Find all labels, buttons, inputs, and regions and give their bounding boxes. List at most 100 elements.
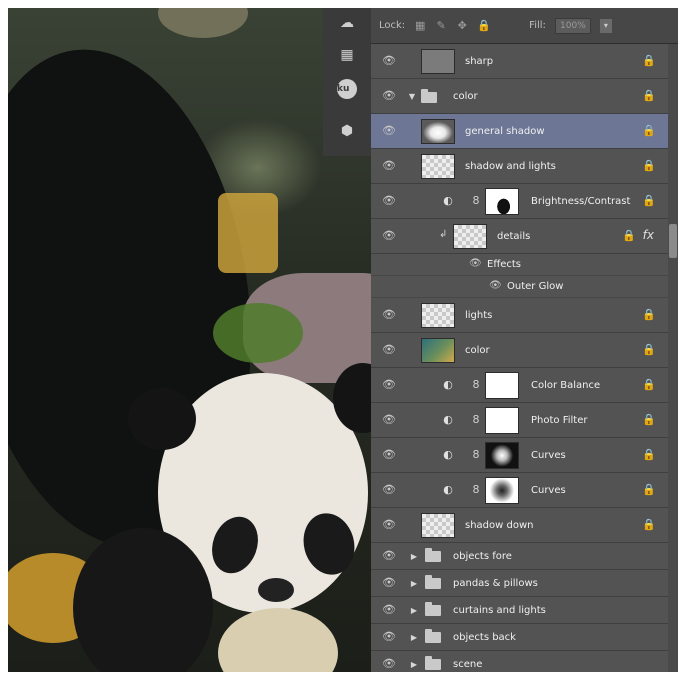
layer-group-row[interactable]: 👁 ▶ curtains and lights bbox=[371, 597, 668, 624]
layer-name: Curves bbox=[531, 450, 566, 461]
layer-name: scene bbox=[453, 659, 483, 670]
visibility-eye-icon[interactable]: 👁 bbox=[377, 518, 401, 532]
layer-mask-thumbnail[interactable] bbox=[485, 407, 519, 434]
layer-group-row[interactable]: 👁 ▶ scene bbox=[371, 651, 668, 672]
layer-name: Curves bbox=[531, 485, 566, 496]
top-light-patch bbox=[158, 8, 248, 38]
layer-mask-thumbnail[interactable] bbox=[485, 372, 519, 399]
kuler-label: ku bbox=[337, 79, 357, 99]
lock-icon: 🔒 bbox=[642, 378, 656, 391]
layer-thumbnail[interactable] bbox=[421, 303, 455, 328]
layer-row[interactable]: 👁 ◐ 8 Color Balance 🔒 bbox=[371, 368, 668, 403]
layer-thumbnail[interactable] bbox=[421, 513, 455, 538]
visibility-eye-icon[interactable]: 👁 bbox=[377, 194, 401, 208]
effect-name: Outer Glow bbox=[507, 281, 564, 292]
folder-icon bbox=[425, 602, 441, 616]
layer-row[interactable]: 👁 ◐ 8 Curves 🔒 bbox=[371, 438, 668, 473]
link-chain-icon[interactable]: 8 bbox=[472, 377, 480, 393]
link-chain-icon[interactable]: 8 bbox=[472, 447, 480, 463]
layer-row[interactable]: 👁 shadow and lights 🔒 bbox=[371, 149, 668, 184]
visibility-eye-icon[interactable]: 👁 bbox=[377, 630, 401, 644]
layer-thumbnail[interactable] bbox=[421, 338, 455, 363]
layer-thumbnail[interactable] bbox=[421, 119, 455, 144]
adjustment-layer-icon: ◐ bbox=[443, 378, 453, 391]
layer-name: lights bbox=[465, 310, 493, 321]
3d-cube-icon[interactable]: ⬢ bbox=[333, 120, 361, 142]
link-chain-icon[interactable]: 8 bbox=[472, 482, 480, 498]
layer-group-row[interactable]: 👁 ▼ color 🔒 bbox=[371, 79, 668, 114]
visibility-eye-icon[interactable]: 👁 bbox=[377, 603, 401, 617]
folder-icon bbox=[421, 89, 437, 103]
effect-visibility-icon[interactable]: 👁 bbox=[489, 280, 502, 291]
lock-all-icon[interactable]: 🔒 bbox=[477, 19, 491, 32]
visibility-eye-icon[interactable]: 👁 bbox=[377, 54, 401, 68]
adjustment-layer-icon: ◐ bbox=[443, 194, 453, 207]
layer-row[interactable]: 👁 color 🔒 bbox=[371, 333, 668, 368]
lock-transparent-pixels-icon[interactable]: ▦ bbox=[414, 19, 426, 32]
scrollbar-thumb[interactable] bbox=[669, 224, 677, 258]
visibility-eye-icon[interactable]: 👁 bbox=[377, 378, 401, 392]
layer-name: shadow and lights bbox=[465, 161, 556, 172]
document-canvas[interactable] bbox=[8, 8, 371, 672]
visibility-eye-icon[interactable]: 👁 bbox=[377, 124, 401, 138]
expand-arrow-icon[interactable]: ▶ bbox=[409, 597, 419, 624]
visibility-eye-icon[interactable]: 👁 bbox=[377, 308, 401, 322]
layer-group-row[interactable]: 👁 ▶ pandas & pillows bbox=[371, 570, 668, 597]
kuler-icon[interactable]: ku bbox=[333, 78, 361, 100]
clipping-mask-icon: ↲ bbox=[439, 229, 448, 240]
effect-visibility-icon[interactable]: 👁 bbox=[469, 258, 482, 269]
visibility-eye-icon[interactable]: 👁 bbox=[377, 576, 401, 590]
visibility-eye-icon[interactable]: 👁 bbox=[377, 159, 401, 173]
adjustment-layer-icon: ◐ bbox=[443, 483, 453, 496]
layer-row[interactable]: 👁 ◐ 8 Curves 🔒 bbox=[371, 473, 668, 508]
expand-arrow-icon[interactable]: ▶ bbox=[409, 570, 419, 597]
expand-arrow-icon[interactable]: ▼ bbox=[407, 79, 417, 114]
layer-row[interactable]: 👁 ◐ 8 Brightness/Contrast 🔒 bbox=[371, 184, 668, 219]
layer-thumbnail[interactable] bbox=[453, 224, 487, 249]
effect-row-outer-glow[interactable]: 👁 Outer Glow bbox=[371, 276, 668, 298]
visibility-eye-icon[interactable]: 👁 bbox=[377, 89, 401, 103]
effects-header-row[interactable]: 👁 Effects bbox=[371, 254, 668, 276]
fill-field[interactable]: 100% bbox=[554, 17, 591, 34]
layers-scrollbar[interactable] bbox=[668, 44, 678, 672]
visibility-eye-icon[interactable]: 👁 bbox=[377, 229, 401, 243]
expand-arrow-icon[interactable]: ▶ bbox=[409, 543, 419, 570]
lock-position-icon[interactable]: ✥ bbox=[456, 19, 468, 32]
layer-row[interactable]: 👁 ◐ 8 Photo Filter 🔒 bbox=[371, 403, 668, 438]
swatches-icon[interactable]: ▦ bbox=[333, 44, 361, 66]
expand-arrow-icon[interactable]: ▶ bbox=[409, 651, 419, 672]
lock-icon: 🔒 bbox=[642, 483, 656, 496]
layer-mask-thumbnail[interactable] bbox=[485, 188, 519, 215]
layer-group-row[interactable]: 👁 ▶ objects fore bbox=[371, 543, 668, 570]
layer-row[interactable]: 👁 sharp 🔒 bbox=[371, 44, 668, 79]
3d-icon[interactable]: ☁ bbox=[333, 12, 361, 34]
visibility-eye-icon[interactable]: 👁 bbox=[377, 343, 401, 357]
link-chain-icon[interactable]: 8 bbox=[472, 412, 480, 428]
lock-icon: 🔒 bbox=[642, 159, 656, 172]
lock-image-pixels-icon[interactable]: ✎ bbox=[435, 19, 447, 32]
expand-arrow-icon[interactable]: ▶ bbox=[409, 624, 419, 651]
folder-icon bbox=[425, 575, 441, 589]
layer-mask-thumbnail[interactable] bbox=[485, 442, 519, 469]
layer-row[interactable]: 👁 ↲ details fx 🔒 bbox=[371, 219, 668, 254]
panel-toolstrip: ☁ ▦ ku ⬢ bbox=[323, 8, 372, 156]
fill-label: Fill: bbox=[529, 20, 546, 31]
fx-icon[interactable]: fx bbox=[643, 228, 654, 242]
layer-thumbnail[interactable] bbox=[421, 49, 455, 74]
lock-icon: 🔒 bbox=[642, 343, 656, 356]
layer-thumbnail[interactable] bbox=[421, 154, 455, 179]
layer-row[interactable]: 👁 lights 🔒 bbox=[371, 298, 668, 333]
visibility-eye-icon[interactable]: 👁 bbox=[377, 448, 401, 462]
visibility-eye-icon[interactable]: 👁 bbox=[377, 483, 401, 497]
visibility-eye-icon[interactable]: 👁 bbox=[377, 657, 401, 671]
layer-mask-thumbnail[interactable] bbox=[485, 477, 519, 504]
layer-row[interactable]: 👁 general shadow 🔒 bbox=[371, 114, 668, 149]
fill-dropdown-icon[interactable]: ▾ bbox=[599, 18, 612, 33]
layer-row[interactable]: 👁 shadow down 🔒 bbox=[371, 508, 668, 543]
link-chain-icon[interactable]: 8 bbox=[472, 193, 480, 209]
layer-name: Brightness/Contrast bbox=[531, 196, 631, 207]
lock-icon: 🔒 bbox=[642, 413, 656, 426]
visibility-eye-icon[interactable]: 👁 bbox=[377, 549, 401, 563]
visibility-eye-icon[interactable]: 👁 bbox=[377, 413, 401, 427]
layer-group-row[interactable]: 👁 ▶ objects back bbox=[371, 624, 668, 651]
